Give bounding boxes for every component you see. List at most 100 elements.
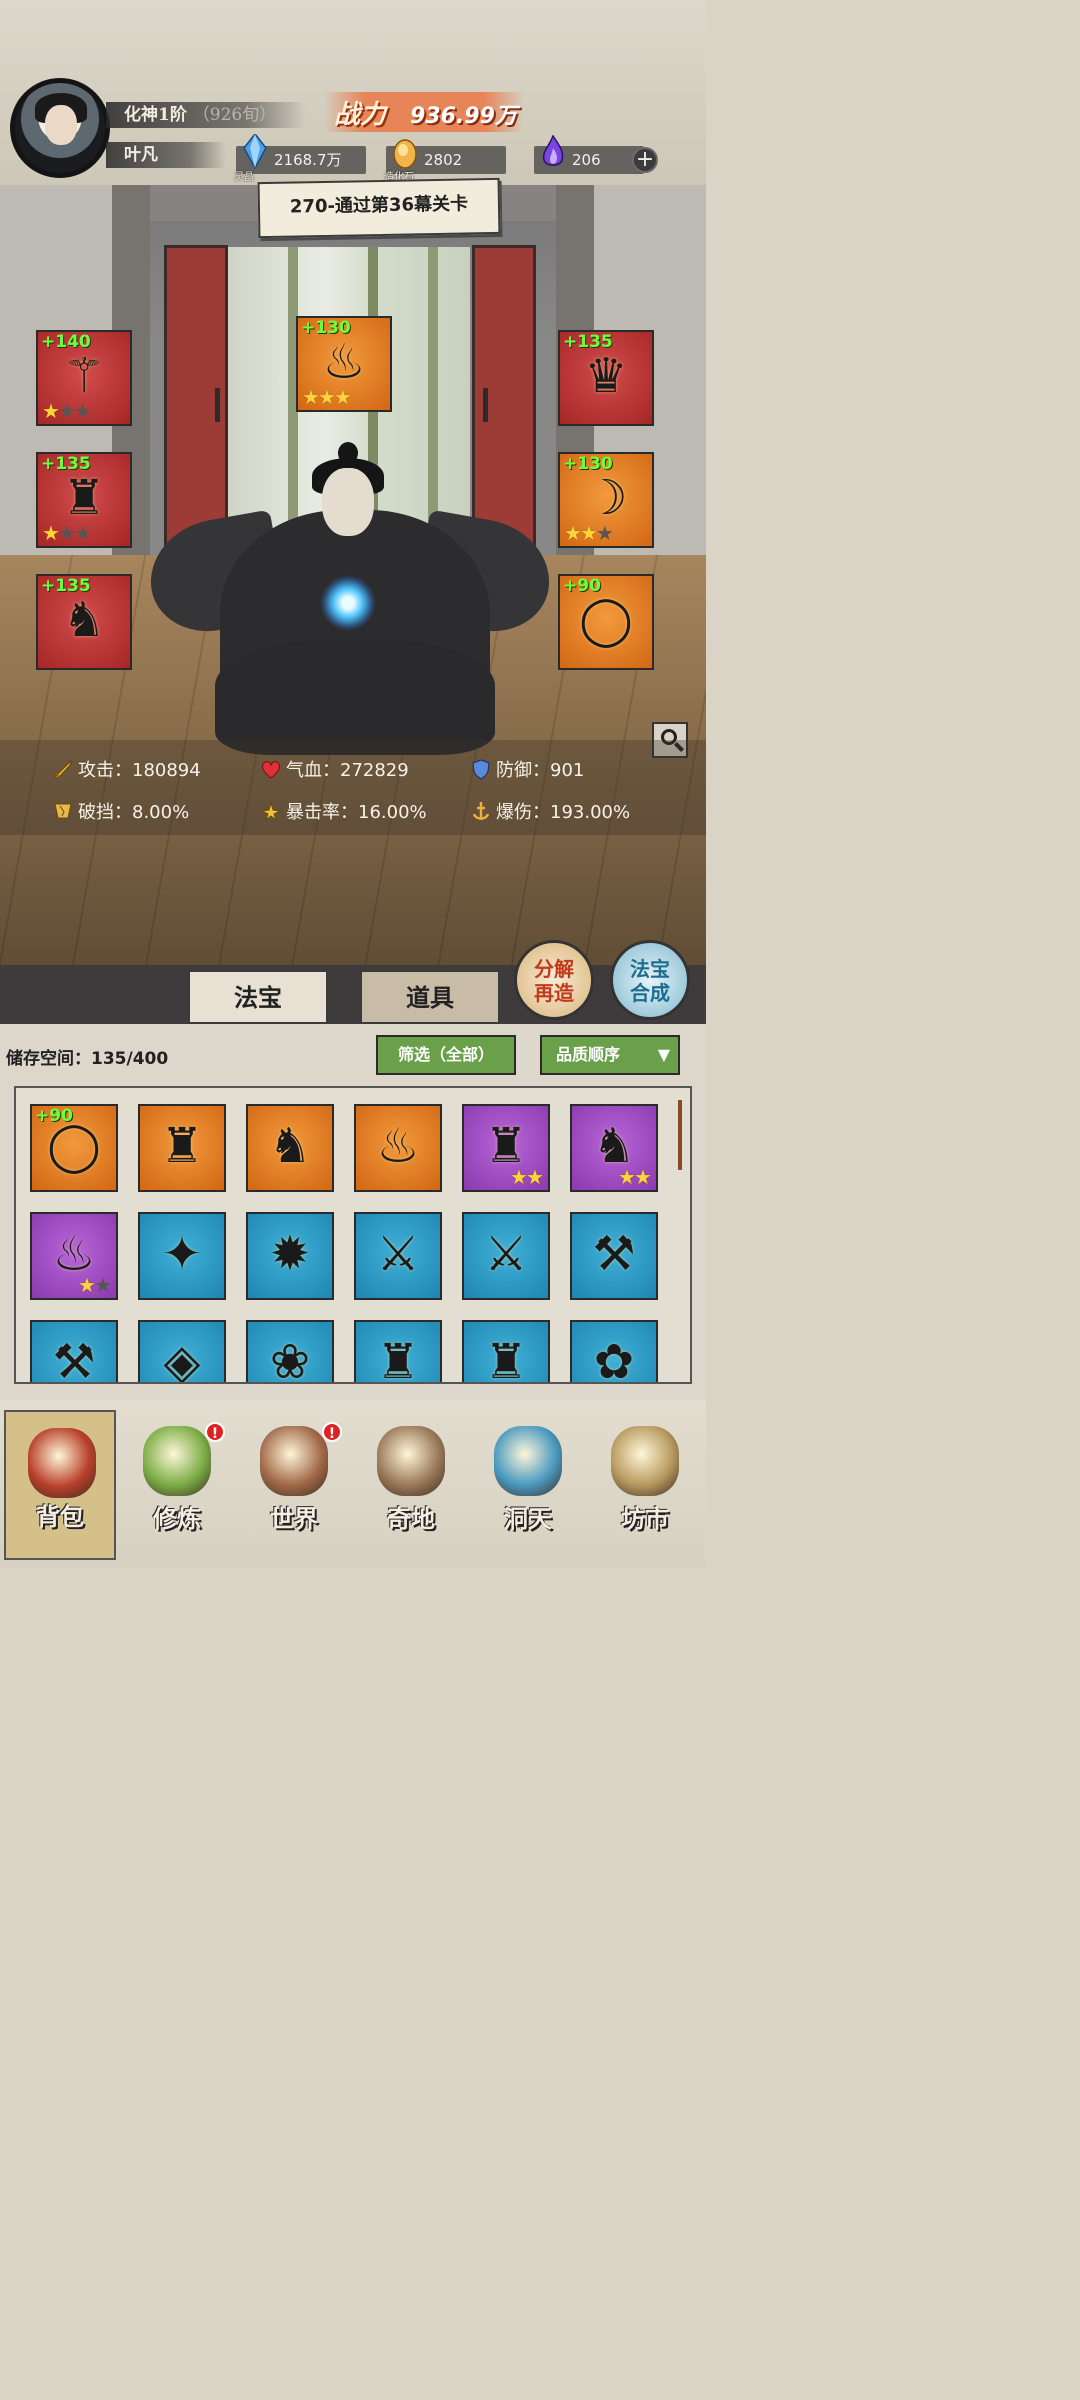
inventory-item[interactable]: ♜	[354, 1320, 442, 1384]
tab-items[interactable]: 道具	[360, 970, 500, 1024]
break-text: 破挡：8.00%	[78, 802, 190, 823]
merge-label-top: 法宝	[630, 957, 670, 981]
soul-flame-icon	[542, 134, 564, 166]
inventory-item[interactable]: ♞ ★★	[570, 1104, 658, 1192]
item-icon: ♜	[376, 1334, 420, 1384]
star-filled-icon: ★	[333, 385, 352, 409]
slot-ring[interactable]: ◯ +90	[558, 574, 654, 670]
item-icon: ♞	[62, 592, 106, 648]
item-icon: ◯	[579, 592, 633, 648]
realm-duration: （926旬）	[192, 105, 277, 125]
backpack-icon	[28, 1428, 96, 1498]
inventory-item[interactable]: ✹	[246, 1212, 334, 1300]
character-head	[322, 468, 374, 536]
item-icon: ⚔	[376, 1226, 420, 1282]
inventory-item[interactable]: ⚔	[354, 1212, 442, 1300]
star-rating: ★★★	[42, 521, 92, 545]
tab-treasure[interactable]: 法宝	[188, 970, 328, 1024]
nav-scroll[interactable]: ! 世界	[238, 1410, 350, 1560]
inventory-item[interactable]: ◯ +90	[30, 1104, 118, 1192]
star-filled-icon: ★	[618, 1165, 636, 1189]
dismantle-label-bottom: 再造	[534, 981, 574, 1005]
inventory-item[interactable]: ♞	[246, 1104, 334, 1192]
item-icon: ✹	[269, 1226, 311, 1282]
inventory-item[interactable]: ♜ ★★	[462, 1104, 550, 1192]
player-avatar[interactable]	[10, 78, 110, 178]
item-icon: ⚔	[484, 1226, 528, 1282]
nav-label: 世界	[270, 1504, 318, 1533]
nav-portal[interactable]: 洞天	[472, 1410, 584, 1560]
inventory-item[interactable]: ⚒	[570, 1212, 658, 1300]
inventory-scrollbar[interactable]	[678, 1100, 682, 1170]
door-handle	[215, 388, 220, 422]
inventory-item[interactable]: ✿	[570, 1320, 658, 1384]
inventory-item[interactable]: ✦	[138, 1212, 226, 1300]
item-icon: ✿	[593, 1334, 635, 1384]
crit-dmg-text: 爆伤：193.00%	[496, 802, 631, 823]
inventory-item[interactable]: ♨ ★★	[30, 1212, 118, 1300]
enhance-level: +140	[41, 332, 91, 352]
stat-attack: 攻击：180894	[52, 756, 201, 782]
enhance-level: +130	[563, 454, 613, 474]
nav-mountain[interactable]: 奇地	[355, 1410, 467, 1560]
nav-backpack[interactable]: 背包	[4, 1410, 116, 1560]
power-value: 936.99万	[410, 104, 517, 129]
dismantle-button[interactable]: 分解 再造	[514, 940, 594, 1020]
nav-shop[interactable]: 坊市	[589, 1410, 701, 1560]
star-empty-icon: ★	[73, 521, 92, 545]
star-filled-icon: ★	[78, 1273, 96, 1297]
slot-boots[interactable]: ♞ +135	[36, 574, 132, 670]
player-name: 叶凡	[124, 145, 158, 165]
star-empty-icon: ★	[57, 521, 76, 545]
slot-pendant[interactable]: ☽ +130 ★★★	[558, 452, 654, 548]
stage-banner[interactable]: 270-通过第36幕关卡	[257, 177, 501, 239]
item-icon: ♜	[160, 1118, 204, 1174]
star-filled-icon: ★	[42, 399, 60, 423]
inventory-grid[interactable]: ◯ +90 ♜ ♞ ♨ ♜ ★★ ♞ ★★ ♨ ★★ ✦ ✹ ⚔ ⚔ ⚒ ⚒ ◈ ❀ ♜ ♜ ✿	[14, 1086, 692, 1384]
defense-text: 防御：901	[496, 760, 585, 781]
inventory-item[interactable]: ♨	[354, 1104, 442, 1192]
inventory-item[interactable]: ◈	[138, 1320, 226, 1382]
stat-crit-rate: 暴击率：16.00%	[260, 798, 427, 824]
star-filled-icon: ★	[525, 1165, 544, 1189]
filter-button[interactable]: 筛选（全部）	[376, 1035, 516, 1075]
tab-bar	[0, 965, 706, 1025]
star-rating: ★★	[78, 1273, 112, 1297]
alert-badge: !	[322, 1422, 342, 1442]
inventory-item[interactable]: ⚔	[462, 1212, 550, 1300]
star-empty-icon: ★	[93, 1273, 112, 1297]
nav-label: 洞天	[504, 1504, 552, 1533]
resource-stone: 造化石 2802	[384, 139, 506, 183]
chevron-down-icon: ▼	[657, 1045, 670, 1064]
item-icon: ♜	[62, 470, 106, 526]
attack-text: 攻击：180894	[78, 760, 201, 781]
stat-defense: 防御：901	[470, 756, 584, 782]
slot-headband[interactable]: ♛ +135	[558, 330, 654, 426]
heart-icon	[262, 761, 280, 779]
slot-center[interactable]: ♨ +130 ★★★	[296, 316, 392, 412]
crit-rate-icon	[260, 801, 282, 822]
inventory-item[interactable]: ♜	[138, 1104, 226, 1192]
slot-weapon[interactable]: ⚚ +140 ★★★	[36, 330, 132, 426]
slot-robe[interactable]: ♜ +135 ★★★	[36, 452, 132, 548]
nav-label: 坊市	[621, 1504, 669, 1533]
inventory-item[interactable]: ⚒	[30, 1320, 118, 1384]
item-icon: ♜	[484, 1334, 528, 1384]
sort-dropdown[interactable]: 品质顺序 ▼	[540, 1035, 680, 1075]
alert-badge: !	[205, 1422, 225, 1442]
nav-lotus[interactable]: ! 修炼	[121, 1410, 233, 1560]
stat-hp: 气血：272829	[260, 756, 409, 782]
portal-icon	[494, 1426, 562, 1496]
merge-button[interactable]: 法宝 合成	[610, 940, 690, 1020]
item-icon: ⚒	[52, 1334, 96, 1384]
add-resource-button[interactable]: +	[632, 147, 658, 173]
break-icon	[54, 803, 72, 819]
star-filled-icon: ★	[633, 1165, 652, 1189]
stat-break: 破挡：8.00%	[52, 798, 189, 824]
inventory-item[interactable]: ❀	[246, 1320, 334, 1382]
item-icon: ☽	[584, 470, 628, 526]
star-filled-icon: ★	[564, 521, 582, 545]
inventory-item[interactable]: ♜	[462, 1320, 550, 1384]
crystal-value: 2168.7万	[274, 151, 342, 169]
star-empty-icon: ★	[57, 399, 76, 423]
